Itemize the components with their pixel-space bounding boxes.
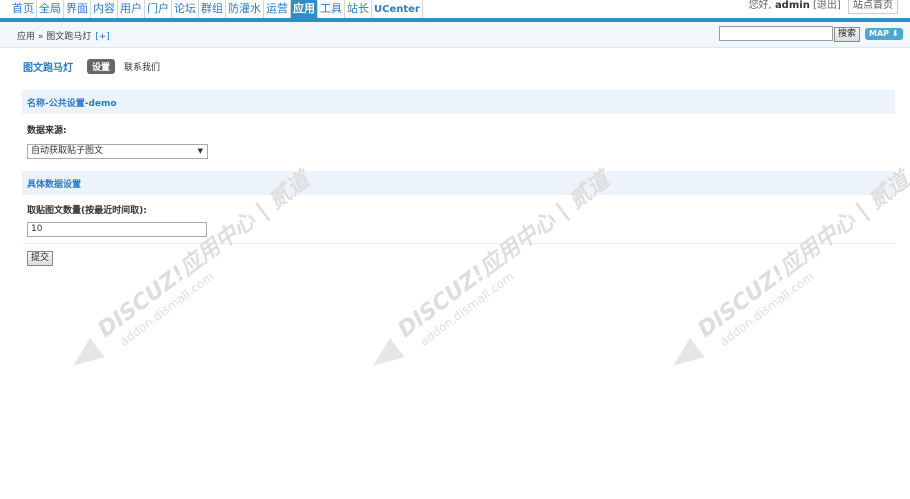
sub-header: 应用 » 图文跑马灯 [+] 搜索 MAP ⬇ (0, 22, 910, 48)
section-header-common: 名称-公共设置-demo (22, 90, 895, 114)
source-select[interactable]: 自动获取贴子图文 ▼ (27, 144, 208, 159)
map-button[interactable]: MAP ⬇ (865, 28, 903, 40)
nav-item[interactable]: 论坛 (172, 0, 199, 18)
watermark-arrow-icon (66, 337, 105, 376)
nav-items: 首页 全局 界面 内容 用户 门户 论坛 群组 防灌水 运营 应用 工具 站长 UCenter (10, 0, 423, 18)
section-header-data: 具体数据设置 (22, 171, 895, 195)
search-input[interactable] (719, 26, 833, 41)
username: admin (774, 0, 810, 11)
nav-item[interactable]: 门户 (145, 0, 172, 18)
watermark-arrow-icon (666, 337, 705, 376)
watermark-arrow-icon (366, 337, 405, 376)
count-input-value: 10 (31, 224, 43, 234)
nav-item[interactable]: 首页 (10, 0, 37, 18)
nav-item[interactable]: 内容 (91, 0, 118, 18)
dropdown-arrow-icon: ▼ (197, 147, 203, 155)
nav-item[interactable]: 运营 (264, 0, 291, 18)
top-navigation: 首页 全局 界面 内容 用户 门户 论坛 群组 防灌水 运营 应用 工具 站长 UCenter 您好, a… (0, 0, 910, 18)
nav-item[interactable]: UCenter (372, 0, 423, 18)
plugin-title-row: 图文跑马灯 设置 联系我们 (23, 58, 160, 74)
plugin-name: 图文跑马灯 (23, 62, 73, 74)
nav-item[interactable]: 全局 (37, 0, 64, 18)
count-input[interactable]: 10 (27, 222, 207, 237)
submit-button[interactable]: 提交 (27, 251, 53, 266)
breadcrumb-text: 应用 » 图文跑马灯 (17, 32, 92, 42)
search-button[interactable]: 搜索 (834, 27, 861, 42)
watermark-line2: addon.dismall.com (417, 269, 517, 349)
site-home-button[interactable]: 站点首页 (848, 0, 898, 14)
nav-item[interactable]: 站长 (345, 0, 372, 18)
nav-item[interactable]: 工具 (318, 0, 345, 18)
watermark-line2: addon.dismall.com (717, 269, 817, 349)
logout-link[interactable]: [退出] (813, 0, 841, 11)
watermark-line2: addon.dismall.com (117, 269, 217, 349)
nav-item[interactable]: 防灌水 (226, 0, 264, 18)
count-label: 取贴图文数量(按最近时间取): (27, 206, 147, 216)
tab-settings[interactable]: 设置 (87, 58, 116, 74)
nav-item[interactable]: 群组 (199, 0, 226, 18)
divider (22, 243, 895, 244)
user-area: 您好, admin [退出] 站点首页 (749, 0, 898, 14)
nav-item[interactable]: 界面 (64, 0, 91, 18)
breadcrumb: 应用 » 图文跑马灯 [+] (17, 29, 110, 42)
greeting: 您好, (748, 0, 772, 11)
source-label: 数据来源: (27, 126, 67, 136)
nav-item[interactable]: 应用 (291, 0, 318, 18)
source-select-value: 自动获取贴子图文 (31, 146, 104, 156)
add-shortcut-link[interactable]: [+] (95, 32, 110, 42)
section-title: 名称-公共设置-demo (27, 99, 117, 109)
nav-item[interactable]: 用户 (118, 0, 145, 18)
section-title: 具体数据设置 (27, 180, 82, 190)
tab-contact[interactable]: 联系我们 (124, 60, 160, 73)
